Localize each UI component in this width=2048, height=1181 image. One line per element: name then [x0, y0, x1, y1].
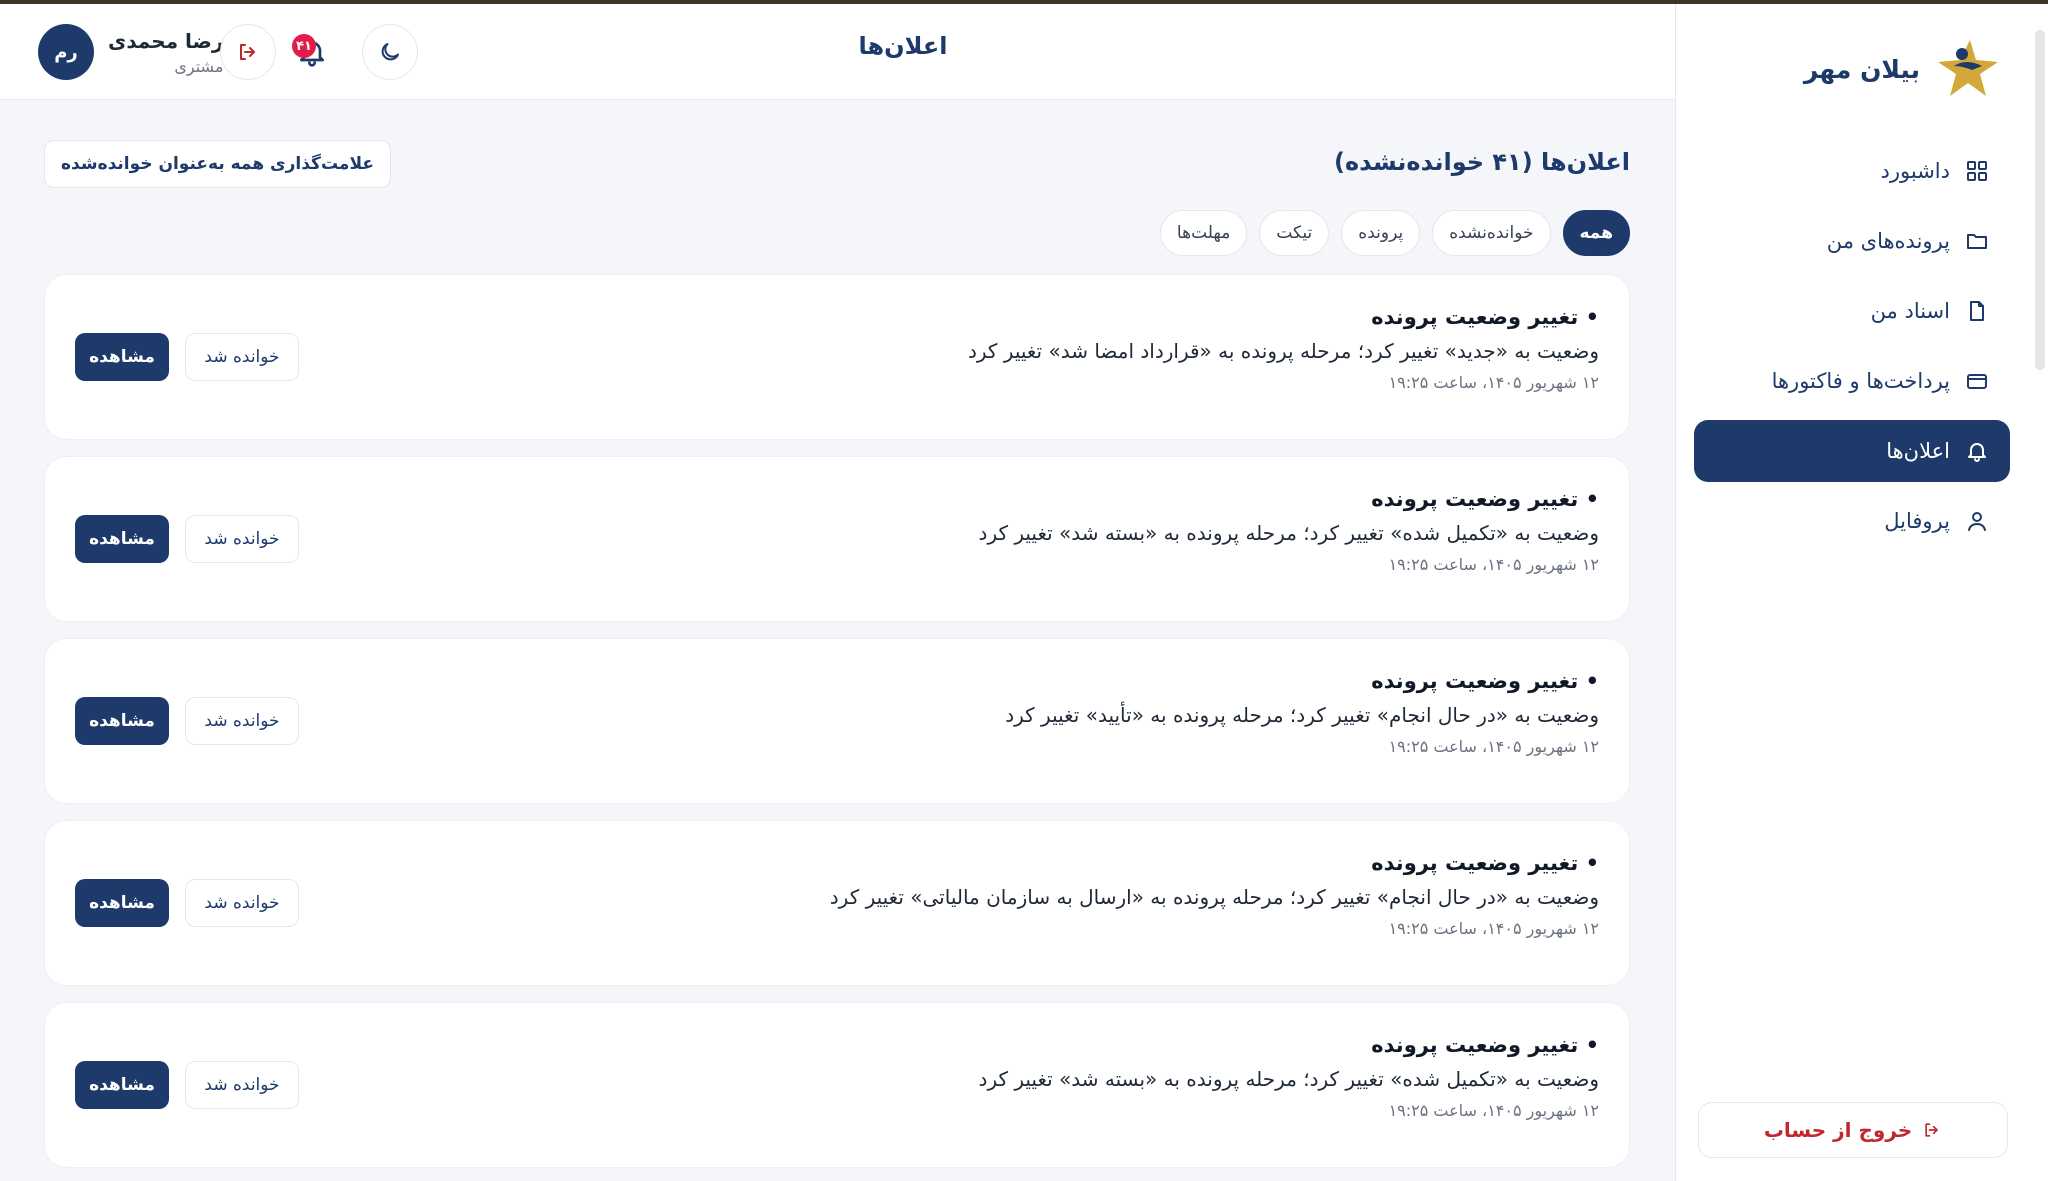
notification-title: • تغییر وضعیت پرونده: [1371, 851, 1599, 875]
brand-logo-icon: [1938, 40, 1998, 96]
view-button[interactable]: مشاهده: [75, 1061, 169, 1109]
sidebar-item-my-documents[interactable]: اسناد من: [1694, 280, 2010, 342]
mark-read-button[interactable]: خوانده شد: [185, 1061, 299, 1109]
filter-ticket[interactable]: تیکت: [1259, 210, 1330, 256]
notification-text: • تغییر وضعیت پرونده وضعیت به «تکمیل شده…: [979, 1033, 1599, 1120]
view-button[interactable]: مشاهده: [75, 333, 169, 381]
filter-unread[interactable]: خوانده‌نشده: [1432, 210, 1551, 256]
mark-read-button[interactable]: خوانده شد: [185, 879, 299, 927]
user-role: مشتری: [174, 56, 224, 76]
logout-icon: [1925, 1123, 1939, 1137]
sidebar-item-label: پرونده‌های من: [1826, 229, 1950, 253]
moon-icon: [381, 43, 399, 61]
mark-all-read-button[interactable]: علامت‌گذاری همه به‌عنوان خوانده‌شده: [44, 140, 391, 188]
notifications-heading: اعلان‌ها (۴۱ خوانده‌نشده): [1333, 148, 1630, 176]
notifications-bell[interactable]: ۴۱: [292, 34, 332, 70]
sidebar: بیلان مهر داشبورد پرونده‌های من اسناد من: [1675, 4, 2048, 1181]
notification-body: وضعیت به «جدید» تغییر کرد؛ مرحله پرونده …: [967, 339, 1599, 363]
view-button[interactable]: مشاهده: [75, 879, 169, 927]
logout-button[interactable]: خروج از حساب: [1698, 1102, 2008, 1158]
notification-title: • تغییر وضعیت پرونده: [1371, 669, 1599, 693]
logout-label: خروج از حساب: [1763, 1118, 1913, 1142]
scrollbar-thumb[interactable]: [2035, 30, 2045, 370]
notification-card: • تغییر وضعیت پرونده وضعیت به «تکمیل شده…: [44, 1002, 1630, 1168]
credit-card-icon: [1964, 368, 1990, 394]
view-button[interactable]: مشاهده: [75, 515, 169, 563]
sidebar-item-my-cases[interactable]: پرونده‌های من: [1694, 210, 2010, 272]
notification-text: • تغییر وضعیت پرونده وضعیت به «در حال ان…: [830, 851, 1599, 938]
sidebar-item-label: اعلان‌ها: [1886, 439, 1950, 463]
filter-all[interactable]: همه: [1562, 210, 1630, 256]
notification-body: وضعیت به «تکمیل شده» تغییر کرد؛ مرحله پر…: [978, 1067, 1599, 1091]
sidebar-item-label: پرداخت‌ها و فاکتورها: [1771, 369, 1950, 393]
filter-case[interactable]: پرونده: [1341, 210, 1421, 256]
sidebar-item-payments[interactable]: پرداخت‌ها و فاکتورها: [1694, 350, 2010, 412]
sidebar-item-profile[interactable]: پروفایل: [1694, 490, 2010, 552]
view-button[interactable]: مشاهده: [75, 697, 169, 745]
grid-icon: [1964, 158, 1990, 184]
notification-card: • تغییر وضعیت پرونده وضعیت به «تکمیل شده…: [44, 456, 1630, 622]
notification-text: • تغییر وضعیت پرونده وضعیت به «جدید» تغی…: [968, 305, 1599, 392]
top-accent-line: [0, 0, 2048, 4]
mark-read-button[interactable]: خوانده شد: [185, 515, 299, 563]
sidebar-item-label: داشبورد: [1880, 159, 1950, 183]
sidebar-item-dashboard[interactable]: داشبورد: [1694, 140, 2010, 202]
filter-chips: همه خوانده‌نشده پرونده تیکت مهلت‌ها: [1159, 210, 1630, 256]
notification-time: ۱۲ شهریور ۱۴۰۵، ساعت ۱۹:۲۵: [1388, 919, 1599, 938]
notification-body: وضعیت به «در حال انجام» تغییر کرد؛ مرحله…: [829, 885, 1599, 909]
filter-deadlines[interactable]: مهلت‌ها: [1159, 210, 1248, 256]
mark-read-button[interactable]: خوانده شد: [185, 697, 299, 745]
notification-card: • تغییر وضعیت پرونده وضعیت به «در حال ان…: [44, 638, 1630, 804]
user-block[interactable]: رم رضا محمدی مشتری: [38, 24, 223, 80]
notification-text: • تغییر وضعیت پرونده وضعیت به «تکمیل شده…: [979, 487, 1599, 574]
user-icon: [1964, 508, 1990, 534]
sidebar-item-notifications[interactable]: اعلان‌ها: [1694, 420, 2010, 482]
notification-time: ۱۲ شهریور ۱۴۰۵، ساعت ۱۹:۲۵: [1388, 1101, 1599, 1120]
bell-icon: [1964, 438, 1990, 464]
top-header: اعلان‌ها رم رضا محمدی مشتری ۴۱: [0, 4, 1675, 100]
file-icon: [1964, 298, 1990, 324]
user-meta: رضا محمدی مشتری: [108, 29, 223, 76]
brand[interactable]: بیلان مهر: [1804, 36, 2002, 102]
user-name: رضا محمدی: [108, 28, 224, 53]
sidebar-item-label: اسناد من: [1870, 299, 1950, 323]
sidebar-item-label: پروفایل: [1884, 509, 1950, 533]
notification-body: وضعیت به «در حال انجام» تغییر کرد؛ مرحله…: [1005, 703, 1599, 727]
notification-title: • تغییر وضعیت پرونده: [1371, 487, 1599, 511]
notification-body: وضعیت به «تکمیل شده» تغییر کرد؛ مرحله پر…: [978, 521, 1599, 545]
notification-card: • تغییر وضعیت پرونده وضعیت به «جدید» تغی…: [44, 274, 1630, 440]
notification-text: • تغییر وضعیت پرونده وضعیت به «در حال ان…: [1005, 669, 1599, 756]
notification-time: ۱۲ شهریور ۱۴۰۵، ساعت ۱۹:۲۵: [1388, 373, 1599, 392]
notification-count-badge: ۴۱: [292, 34, 316, 58]
notification-time: ۱۲ شهریور ۱۴۰۵، ساعت ۱۹:۲۵: [1388, 737, 1599, 756]
brand-name: بیلان مهر: [1803, 54, 1920, 84]
logout-icon: [240, 44, 255, 60]
notification-time: ۱۲ شهریور ۱۴۰۵، ساعت ۱۹:۲۵: [1388, 555, 1599, 574]
logout-icon-button[interactable]: [220, 24, 276, 80]
mark-read-button[interactable]: خوانده شد: [185, 333, 299, 381]
notification-title: • تغییر وضعیت پرونده: [1371, 1033, 1599, 1057]
scrollbar-track[interactable]: [2030, 8, 2048, 1181]
avatar[interactable]: رم: [38, 24, 94, 80]
folder-icon: [1964, 228, 1990, 254]
sidebar-nav: داشبورد پرونده‌های من اسناد من پرداخت‌ها…: [1694, 140, 2010, 560]
notification-title: • تغییر وضعیت پرونده: [1371, 305, 1599, 329]
notification-card: • تغییر وضعیت پرونده وضعیت به «در حال ان…: [44, 820, 1630, 986]
theme-toggle-button[interactable]: [362, 24, 418, 80]
notification-list: • تغییر وضعیت پرونده وضعیت به «جدید» تغی…: [44, 274, 1630, 1181]
